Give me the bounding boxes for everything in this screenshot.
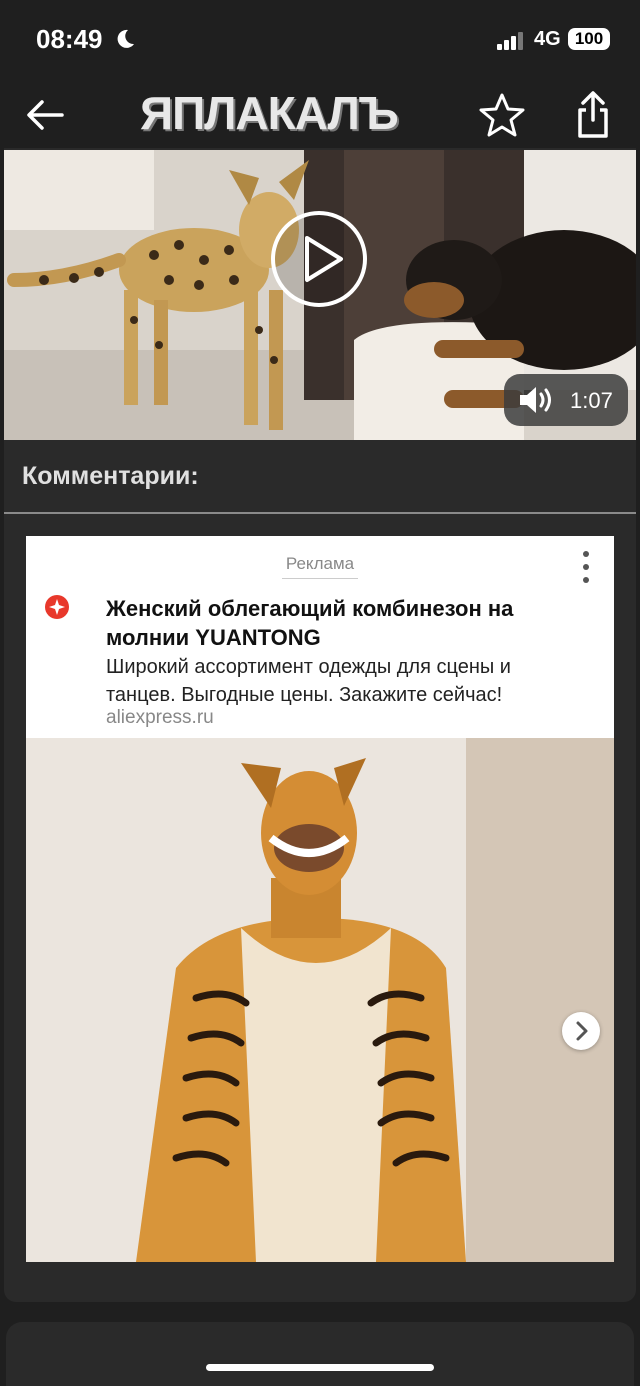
network-type: 4G: [534, 28, 561, 50]
chevron-right-icon[interactable]: [562, 1012, 600, 1050]
volume-icon[interactable]: [516, 384, 556, 416]
star-icon[interactable]: [478, 92, 526, 138]
aliexpress-icon: [45, 595, 69, 619]
ad-domain[interactable]: aliexpress.ru: [106, 707, 214, 729]
status-bar: 08:49 4G 100: [0, 0, 640, 80]
comments-heading: Комментарии:: [22, 462, 199, 490]
bottom-sheet: [6, 1322, 634, 1386]
site-logo[interactable]: ЯПЛАКАЛЪ: [140, 86, 460, 142]
more-vertical-icon[interactable]: [576, 550, 596, 584]
divider: [4, 512, 636, 514]
home-indicator[interactable]: [206, 1364, 434, 1371]
status-time: 08:49: [36, 24, 103, 54]
ad-label: Реклама: [285, 554, 355, 573]
ad-photo: [26, 738, 614, 1262]
logo-text: ЯПЛАКАЛЪ: [140, 87, 399, 139]
ad-label-underline: [282, 578, 358, 579]
ad-block[interactable]: Реклама Женский облегающий комбинезон на…: [26, 536, 614, 1262]
moon-icon: [117, 29, 134, 48]
signal-icon: [497, 32, 523, 50]
ad-image[interactable]: [26, 738, 614, 1262]
video-duration: 1:07: [570, 388, 613, 413]
battery-indicator: 100: [568, 28, 610, 50]
app-header: ЯПЛАКАЛЪ: [0, 80, 640, 148]
ad-title[interactable]: Женский облегающий комбинезон на молнии …: [106, 594, 566, 652]
share-icon[interactable]: [572, 90, 614, 140]
back-arrow-icon[interactable]: [22, 92, 68, 138]
ad-description: Широкий ассортимент одежды для сцены и т…: [106, 656, 511, 706]
play-icon[interactable]: [270, 210, 368, 308]
